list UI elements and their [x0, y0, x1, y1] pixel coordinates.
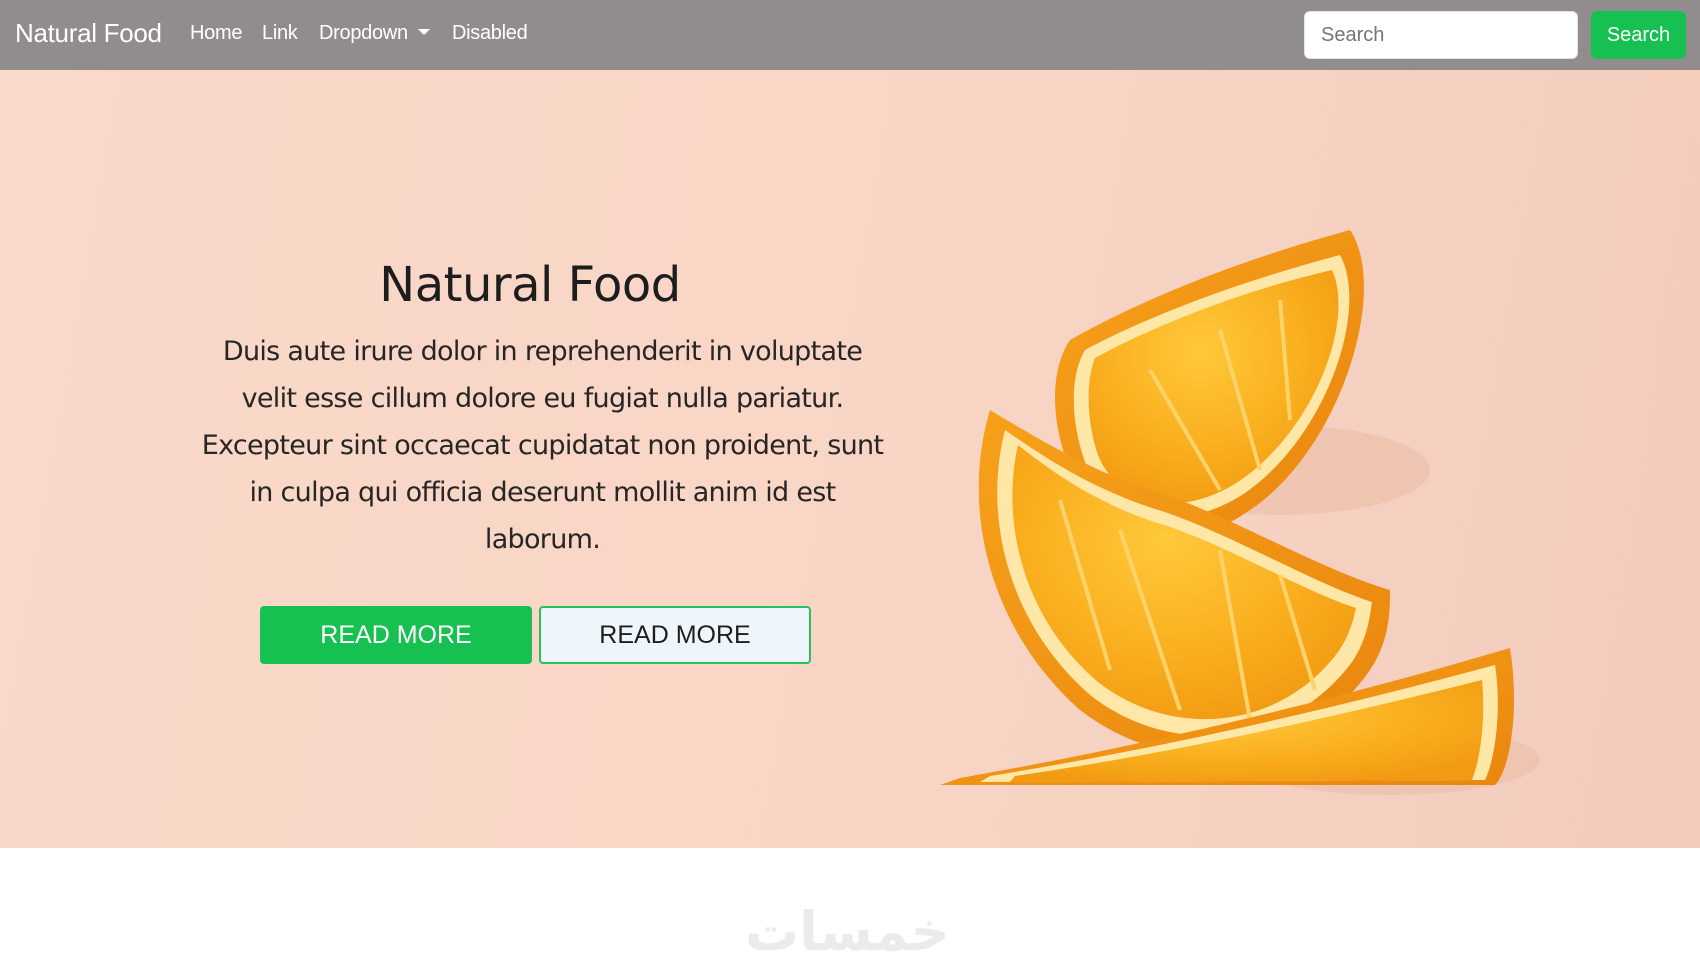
read-more-primary-button[interactable]: READ MORE: [260, 606, 532, 664]
nav-dropdown[interactable]: Dropdown: [319, 22, 430, 45]
brand-logo[interactable]: Natural Food: [15, 18, 162, 49]
hero-title: Natural Food: [379, 257, 681, 313]
nav-link-home[interactable]: Home: [190, 22, 242, 45]
hero-section: Natural Food Duis aute irure dolor in re…: [0, 70, 1700, 848]
nav-dropdown-label: Dropdown: [319, 22, 408, 44]
caret-down-icon: [417, 29, 430, 35]
orange-slices-image: [940, 230, 1540, 795]
nav-link-disabled: Disabled: [452, 22, 528, 44]
hero-description: Duis aute irure dolor in reprehenderit i…: [201, 336, 884, 555]
navbar: Natural Food Home Link Dropdown Disabled…: [0, 0, 1700, 70]
watermark-logo: خمسات: [745, 900, 950, 963]
read-more-outline-button[interactable]: READ MORE: [539, 606, 811, 664]
search-button[interactable]: Search: [1591, 11, 1686, 59]
search-input[interactable]: [1304, 11, 1578, 59]
nav-link-link[interactable]: Link: [262, 22, 298, 45]
